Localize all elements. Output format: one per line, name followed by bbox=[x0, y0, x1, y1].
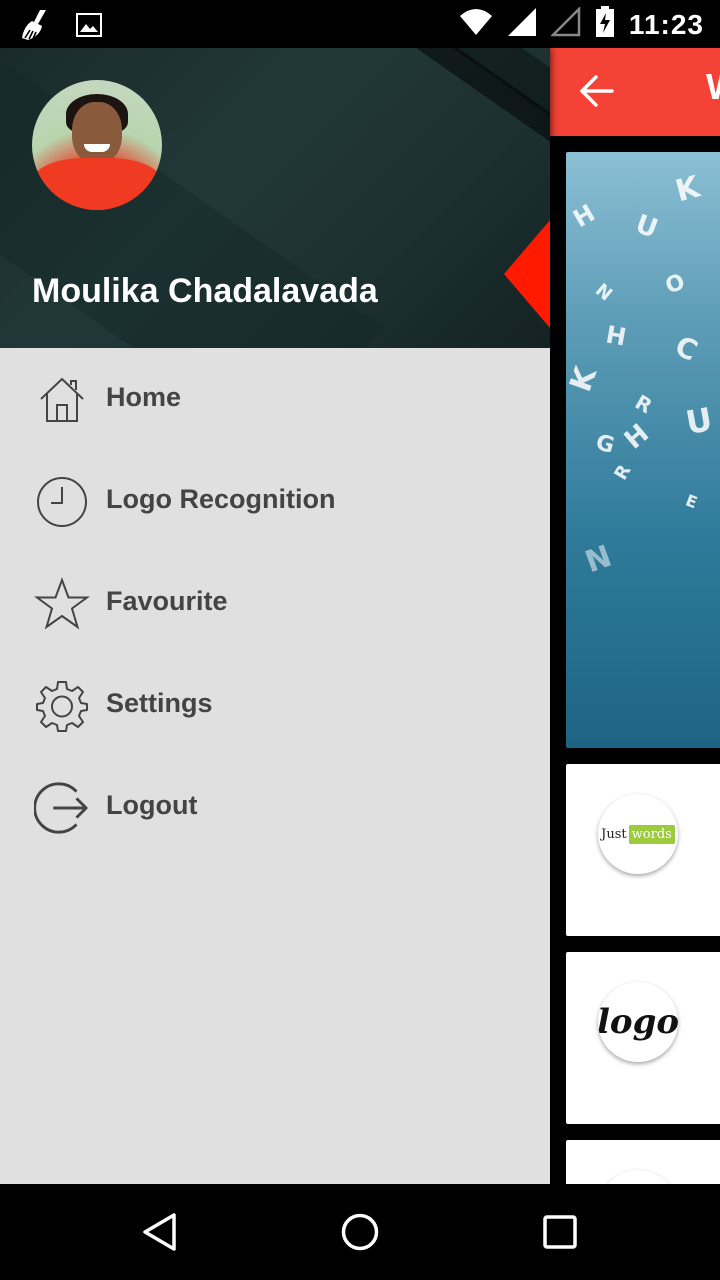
status-bar: 11:23 bbox=[0, 0, 720, 48]
partial-logo bbox=[598, 1170, 678, 1184]
hero-image[interactable]: H U K N O H C K R U H G R E N bbox=[566, 152, 720, 748]
drawer-menu: Home Logo Recognition Favourite Settings… bbox=[0, 348, 550, 858]
avatar[interactable] bbox=[32, 80, 162, 210]
menu-item-label: Settings bbox=[106, 688, 213, 718]
status-clock: 11:23 bbox=[628, 8, 704, 40]
logo-card-logo[interactable]: logo bbox=[566, 952, 720, 1124]
app-toolbar: W bbox=[550, 48, 720, 136]
home-icon bbox=[34, 372, 90, 428]
logo-card-partial[interactable] bbox=[566, 1140, 720, 1184]
drawer-header: Moulika Chadalavada bbox=[0, 48, 550, 348]
arrow-left-icon[interactable] bbox=[578, 72, 616, 115]
just-words-logo: Just words bbox=[598, 794, 678, 874]
menu-item-label: Favourite bbox=[106, 586, 228, 616]
broom-icon bbox=[18, 8, 54, 47]
header-accent-shape bbox=[504, 220, 550, 328]
signal-empty-icon bbox=[549, 5, 581, 42]
menu-item-home[interactable]: Home bbox=[0, 348, 550, 450]
system-nav-bar bbox=[0, 1184, 720, 1280]
battery-charging-icon bbox=[595, 6, 615, 43]
menu-item-label: Home bbox=[106, 382, 182, 412]
clock-icon bbox=[34, 474, 90, 530]
image-icon bbox=[76, 13, 102, 42]
menu-item-label: Logo Recognition bbox=[106, 484, 336, 514]
menu-item-logo-recognition[interactable]: Logo Recognition bbox=[0, 450, 550, 552]
logo-script-logo: logo bbox=[598, 982, 678, 1062]
recents-square-icon[interactable] bbox=[540, 1212, 580, 1252]
gear-icon bbox=[34, 678, 90, 734]
navigation-drawer: Moulika Chadalavada Home Logo Recognitio… bbox=[0, 48, 550, 1184]
star-icon bbox=[34, 576, 90, 632]
user-name: Moulika Chadalavada bbox=[32, 272, 378, 310]
menu-item-label: Logout bbox=[106, 790, 198, 820]
app-title: W bbox=[706, 66, 720, 108]
wifi-icon bbox=[459, 8, 493, 41]
menu-item-settings[interactable]: Settings bbox=[0, 654, 550, 756]
menu-item-favourite[interactable]: Favourite bbox=[0, 552, 550, 654]
logout-icon bbox=[34, 780, 90, 836]
logo-card-just-words[interactable]: Just words bbox=[566, 764, 720, 936]
home-circle-icon[interactable] bbox=[340, 1212, 380, 1252]
signal-icon bbox=[507, 7, 537, 42]
menu-item-logout[interactable]: Logout bbox=[0, 756, 550, 858]
background-app: W H U K N O H C K R U H G R E N Just wor… bbox=[550, 48, 720, 1184]
back-triangle-icon[interactable] bbox=[140, 1212, 180, 1252]
